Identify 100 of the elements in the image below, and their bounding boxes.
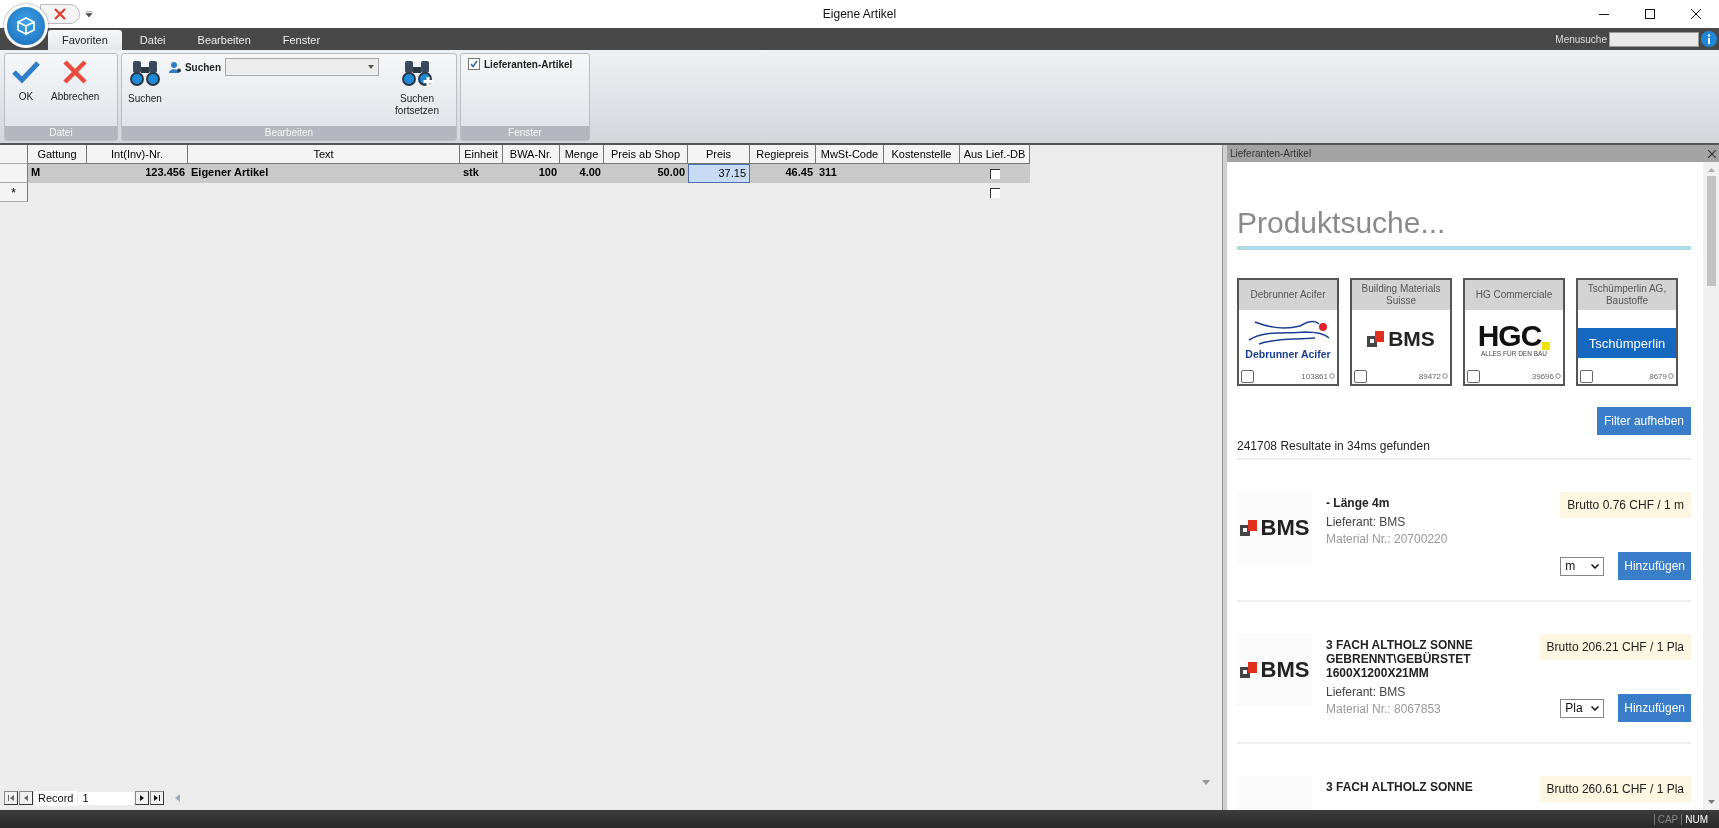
column-header[interactable]: Gattung	[28, 145, 87, 164]
column-header[interactable]: Text	[188, 145, 460, 164]
logo-text: BMS	[1388, 327, 1435, 351]
column-header[interactable]: Aus Lief.-DB	[960, 145, 1030, 164]
first-record-button[interactable]	[4, 791, 18, 805]
ok-button[interactable]: OK	[8, 57, 44, 105]
supplier-name: Building Materials Suisse	[1352, 280, 1450, 310]
column-header[interactable]: Preis	[688, 145, 750, 164]
price-badge: Brutto 260.61 CHF / 1 Pla	[1539, 776, 1691, 802]
search-heading: Produktsuche...	[1237, 206, 1691, 250]
supplier-card[interactable]: Debrunner Acifer Debrunner Acifer 103861	[1237, 278, 1339, 386]
binoculars-icon	[128, 59, 161, 87]
cancel-button[interactable]: Abbrechen	[48, 57, 103, 105]
ribbon-tab[interactable]: Datei	[125, 30, 180, 50]
group-title: Bearbeiten	[122, 126, 456, 140]
next-record-button[interactable]	[135, 791, 150, 805]
ribbon-tab[interactable]: Favoriten	[48, 30, 122, 50]
checkbox[interactable]	[1580, 369, 1593, 383]
close-icon	[62, 59, 89, 85]
logo-text: BMS	[1260, 515, 1310, 541]
bms-logo-mark	[1367, 331, 1386, 347]
previous-record-button[interactable]	[19, 791, 33, 805]
ribbon-tab[interactable]: Bearbeiten	[183, 30, 265, 50]
column-header[interactable]: Preis ab Shop	[604, 145, 688, 164]
logo-text: HGC	[1477, 321, 1542, 350]
chevron-down-icon	[1591, 563, 1600, 569]
ribbon-tab[interactable]: Fenster	[268, 30, 335, 50]
table-cell-text: 4.00	[578, 165, 602, 180]
scroll-up-icon	[1707, 168, 1715, 172]
customize-arrow-icon	[86, 11, 92, 17]
column-header[interactable]: Regiepreis	[750, 145, 816, 164]
close-quick-button[interactable]	[40, 4, 80, 24]
check-icon	[470, 60, 478, 68]
column-header[interactable]: Int(Inv)-Nr.	[87, 145, 188, 164]
search-button[interactable]: Suchen	[125, 57, 165, 107]
last-icon	[154, 795, 161, 801]
close-icon	[1691, 9, 1701, 19]
column-header[interactable]: MwSt-Code	[816, 145, 884, 164]
price-badge: Brutto 206.21 CHF / 1 Pla	[1539, 634, 1691, 660]
column-header[interactable]: Menge	[560, 145, 604, 164]
menu-search-field[interactable]	[1609, 31, 1699, 47]
close-icon	[54, 8, 66, 20]
material-number: Material Nr.: 20700220	[1326, 531, 1449, 548]
status-indicator: CAP	[1653, 813, 1682, 825]
table-cell-text: M	[30, 165, 42, 180]
row-header	[0, 145, 28, 164]
checkbox[interactable]	[1241, 369, 1254, 383]
table-cell-text: Eigener Artikel	[190, 165, 270, 180]
maximize-icon	[1645, 9, 1655, 19]
checkbox[interactable]	[990, 187, 1000, 198]
checkbox[interactable]	[1467, 369, 1480, 383]
supplier-name: Debrunner Acifer	[1239, 280, 1337, 310]
table-cell-text: 50.00	[656, 165, 686, 180]
chevron-down-icon	[1591, 705, 1600, 711]
continue-search-button[interactable]: Suchen fortsetzen	[391, 57, 444, 119]
window-title: Eigene Artikel	[822, 7, 897, 21]
checkbox[interactable]	[1354, 369, 1367, 383]
first-icon	[8, 795, 14, 801]
last-record-button[interactable]	[150, 791, 165, 805]
table-cell-text: 46.45	[784, 165, 814, 180]
menu-search-label: Menusuche	[1555, 33, 1607, 45]
supplier-card[interactable]: Tschümperlin AG, Baustoffe Tschümperlin 8679	[1576, 278, 1678, 386]
clear-filter-button[interactable]: Filter aufheben	[1596, 407, 1691, 435]
supplier-card[interactable]: Building Materials Suisse BMS 89472	[1350, 278, 1452, 386]
supplier-name: Tschümperlin AG, Baustoffe	[1578, 280, 1676, 310]
article-count: 103861	[1301, 371, 1328, 381]
info-icon	[1701, 31, 1717, 47]
binoculars-plus-icon	[401, 59, 434, 87]
cube-icon	[17, 17, 35, 35]
article-count: 39696	[1531, 371, 1554, 381]
table-cell-text: 100	[537, 165, 558, 180]
scrollbar[interactable]	[1703, 162, 1719, 810]
close-icon[interactable]	[1708, 149, 1716, 158]
add-button[interactable]: Hinzufügen	[1618, 694, 1691, 722]
unit-select[interactable]: Pla	[1560, 698, 1605, 718]
table-cell-text: stk	[462, 165, 480, 180]
unit-select[interactable]: m	[1560, 556, 1605, 576]
article-count: 89472	[1418, 371, 1441, 381]
supplier-text: Lieferant: BMS	[1326, 684, 1407, 701]
row-header	[0, 164, 28, 183]
record-field[interactable]: 1	[78, 791, 135, 805]
supplier-articles-checkbox[interactable]: Lieferanten-Artikel	[464, 57, 577, 71]
checkbox[interactable]	[990, 168, 1000, 179]
column-header[interactable]: Kostenstelle	[884, 145, 960, 164]
scroll-down-icon	[1707, 800, 1715, 804]
column-header[interactable]: Einheit	[460, 145, 503, 164]
minimize-icon	[1599, 13, 1609, 15]
table-cell[interactable]: 37.15	[688, 164, 750, 183]
product-title: 3 FACH ALTHOLZ SONNE GEBRENNT\GEBÜRSTET 1600X1200X21MM	[1326, 638, 1474, 680]
logo-banner: Tschümperlin	[1578, 328, 1676, 358]
logo-text: Debrunner Acifer	[1245, 348, 1331, 360]
column-header[interactable]: BWA-Nr.	[503, 145, 560, 164]
supplier-text: Lieferant: BMS	[1326, 514, 1407, 531]
group-title: Datei	[5, 126, 117, 140]
table-cell-text: 311	[818, 165, 838, 180]
dropdown-arrow-icon	[368, 65, 375, 69]
checkmark-icon	[11, 59, 41, 85]
panel-title: Lieferanten-Artikel	[1230, 148, 1312, 159]
add-button[interactable]: Hinzufügen	[1618, 552, 1691, 580]
scrollbar-thumb[interactable]	[1706, 176, 1716, 286]
